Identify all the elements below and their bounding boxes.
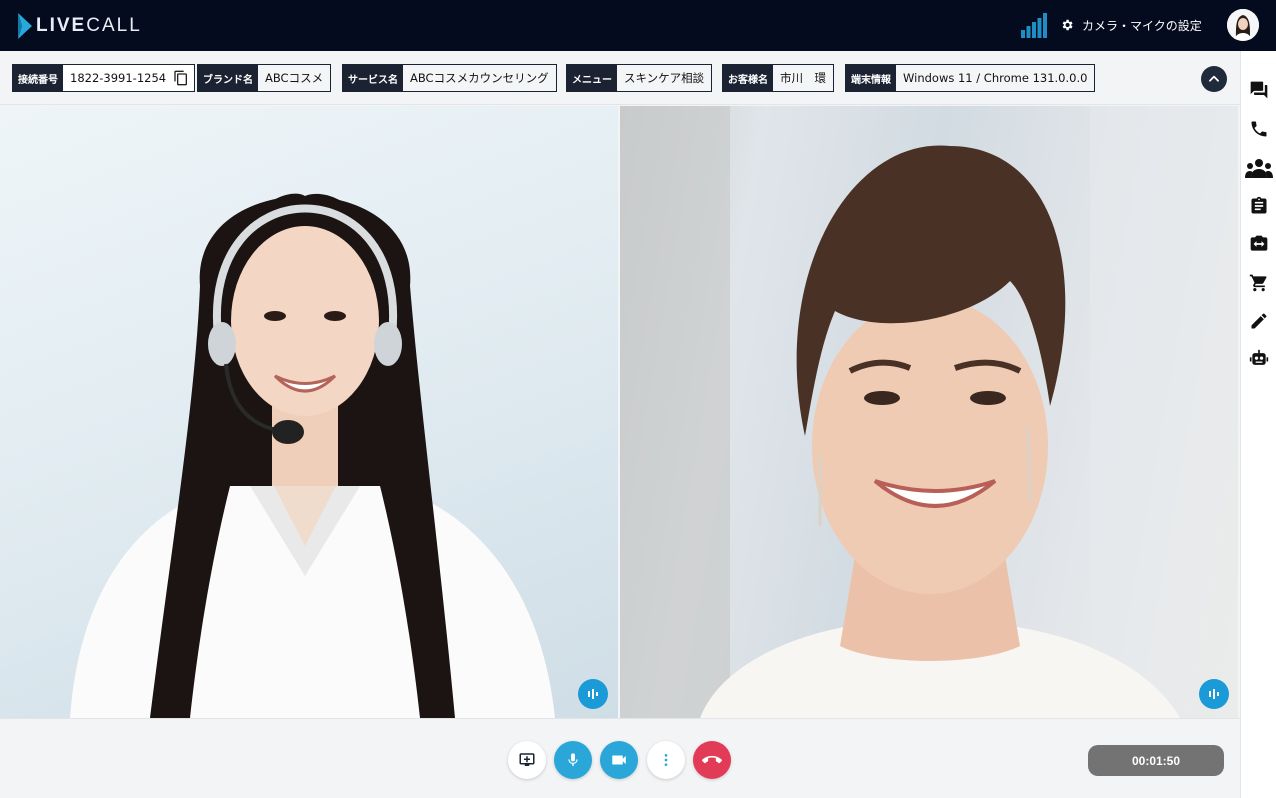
avatar-image xyxy=(1227,9,1259,41)
end-call-button[interactable] xyxy=(693,741,731,779)
customer-name-field: お客様名 市川 環 xyxy=(722,64,834,92)
settings-label: カメラ・マイクの設定 xyxy=(1082,18,1202,33)
customer-video-tile xyxy=(620,106,1238,718)
call-timer: 00:01:50 xyxy=(1088,745,1224,776)
customer-name-label: お客様名 xyxy=(723,65,773,91)
microphone-icon xyxy=(568,753,578,766)
connection-number-label: 接続番号 xyxy=(13,65,63,91)
connection-number-value: 1822-3991-1254 xyxy=(63,65,174,91)
audio-level-icon xyxy=(1209,689,1219,699)
livecall-logo: LIVECALL xyxy=(18,13,142,39)
operator-video-tile xyxy=(0,106,618,718)
robot-icon[interactable] xyxy=(1249,349,1269,369)
pencil-icon[interactable] xyxy=(1249,311,1269,331)
connection-number-field: 接続番号 1822-3991-1254 xyxy=(12,64,196,92)
phone-icon[interactable] xyxy=(1249,119,1269,139)
group-icon[interactable] xyxy=(1245,158,1273,178)
chat-icon[interactable] xyxy=(1249,80,1269,100)
device-info-value: Windows 11 / Chrome 131.0.0.0 xyxy=(896,65,1095,91)
microphone-button[interactable] xyxy=(554,741,592,779)
logo-text: LIVECALL xyxy=(36,15,142,36)
customer-video-image xyxy=(620,106,1238,718)
menu-label: メニュー xyxy=(567,65,617,91)
service-name-label: サービス名 xyxy=(343,65,403,91)
operator-audio-indicator xyxy=(578,679,608,709)
brand-name-value: ABCコスメ xyxy=(258,65,331,91)
menu-value: スキンケア相談 xyxy=(617,65,712,91)
user-avatar[interactable] xyxy=(1227,9,1259,41)
service-name-value: ABCコスメカウンセリング xyxy=(403,65,556,91)
device-info-field: 端末情報 Windows 11 / Chrome 131.0.0.0 xyxy=(845,64,1096,92)
gear-icon xyxy=(1062,19,1073,31)
clipboard-icon[interactable] xyxy=(1249,196,1269,216)
audio-level-icon xyxy=(588,689,598,699)
camera-switch-icon[interactable] xyxy=(1249,234,1269,254)
hang-up-icon xyxy=(702,755,722,764)
signal-strength-icon xyxy=(1021,13,1047,38)
copy-icon[interactable] xyxy=(173,70,189,86)
menu-field: メニュー スキンケア相談 xyxy=(566,64,713,92)
collapse-info-button[interactable] xyxy=(1201,66,1227,92)
video-camera-icon xyxy=(612,755,626,765)
brand-name-field: ブランド名 ABCコスメ xyxy=(197,64,332,92)
operator-video-image xyxy=(70,193,555,718)
top-bar: LIVECALL カメラ・マイクの設定 xyxy=(0,0,1276,51)
camera-mic-settings-button[interactable]: カメラ・マイクの設定 xyxy=(1060,15,1202,35)
customer-audio-indicator xyxy=(1199,679,1229,709)
device-info-label: 端末情報 xyxy=(846,65,896,91)
right-tool-sidebar xyxy=(1240,51,1276,798)
more-options-button[interactable] xyxy=(647,741,685,779)
more-vertical-icon xyxy=(664,754,668,766)
cart-icon[interactable] xyxy=(1249,273,1269,293)
session-info-bar: 接続番号 1822-3991-1254 ブランド名 ABCコスメ サービス名 A… xyxy=(0,51,1240,105)
logo-mark-icon xyxy=(18,13,32,39)
screen-share-button[interactable] xyxy=(508,741,546,779)
screen-share-icon xyxy=(519,753,535,766)
camera-button[interactable] xyxy=(600,741,638,779)
call-control-bar: 00:01:50 xyxy=(0,718,1240,798)
service-name-field: サービス名 ABCコスメカウンセリング xyxy=(342,64,557,92)
customer-name-value: 市川 環 xyxy=(773,65,833,91)
chevron-up-icon xyxy=(1209,75,1219,82)
brand-name-label: ブランド名 xyxy=(198,65,258,91)
